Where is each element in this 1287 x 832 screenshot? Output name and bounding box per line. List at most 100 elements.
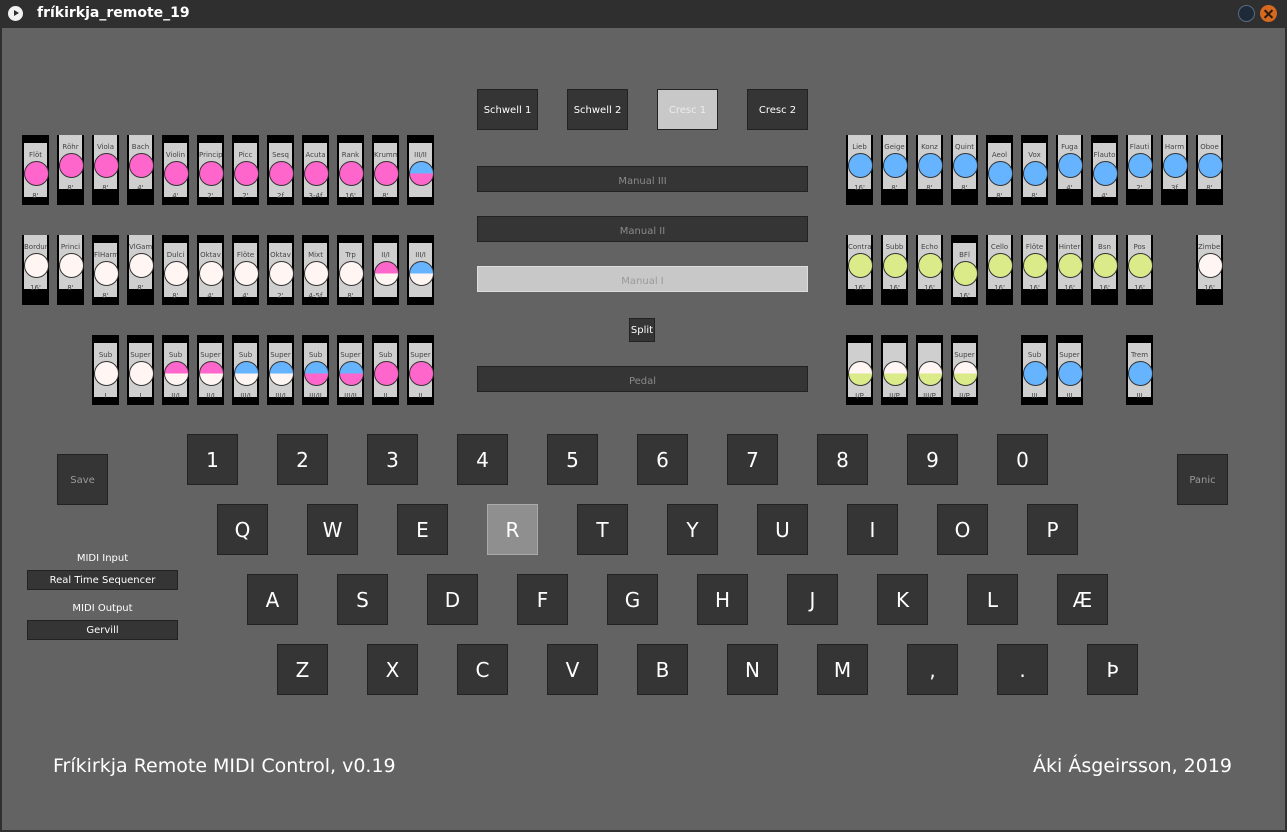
stop-left_row3-6[interactable]: Sub III/II <box>302 335 329 405</box>
stop-right_row1-1[interactable]: Geige 8' <box>881 135 908 205</box>
app-icon[interactable] <box>8 6 23 21</box>
key-row1-1[interactable]: 2 <box>277 434 328 485</box>
key-row4-2[interactable]: C <box>457 644 508 695</box>
stop-left_row2-0[interactable]: Bordun 16' <box>22 235 49 305</box>
key-row1-3[interactable]: 4 <box>457 434 508 485</box>
stop-left_row1-6[interactable]: Picc 2' <box>232 135 259 205</box>
key-row3-1[interactable]: S <box>337 574 388 625</box>
key-row1-4[interactable]: 5 <box>547 434 598 485</box>
stop-left_row1-10[interactable]: Krumm 8' <box>372 135 399 205</box>
key-row4-0[interactable]: Z <box>277 644 328 695</box>
stop-right_row2-1[interactable]: Subb 16' <box>881 235 908 305</box>
stop-left_row2-1[interactable]: Princi 8' <box>57 235 84 305</box>
stop-left_row1-1[interactable]: Röhr 8' <box>57 135 84 205</box>
stop-left_row2-2[interactable]: FlHarm 8' <box>92 235 119 305</box>
stop-right_row3-0[interactable]: I/P <box>846 335 873 405</box>
minimize-button[interactable] <box>1238 5 1255 22</box>
save-button[interactable]: Save <box>57 454 108 505</box>
stop-left_row1-9[interactable]: Rank 16' <box>337 135 364 205</box>
key-row1-2[interactable]: 3 <box>367 434 418 485</box>
key-row4-3[interactable]: V <box>547 644 598 695</box>
stop-right_row1-5[interactable]: Vox 8' <box>1021 135 1048 205</box>
key-row4-9[interactable]: Þ <box>1087 644 1138 695</box>
key-row1-7[interactable]: 8 <box>817 434 868 485</box>
expression-button-0[interactable]: Schwell 1 <box>477 89 538 130</box>
stop-left_row3-5[interactable]: Super III/I <box>267 335 294 405</box>
key-row2-9[interactable]: P <box>1027 504 1078 555</box>
stop-right_row2-0[interactable]: Contra 16' <box>846 235 873 305</box>
stop-right_row3-3[interactable]: Super II/P <box>951 335 978 405</box>
stop-left_row3-7[interactable]: Super III/II <box>337 335 364 405</box>
stop-left_row1-8[interactable]: Acuta 3-4f <box>302 135 329 205</box>
stop-right_row1-8[interactable]: Flauti 2' <box>1126 135 1153 205</box>
key-row4-4[interactable]: B <box>637 644 688 695</box>
key-row3-5[interactable]: H <box>697 574 748 625</box>
stop-left_row2-9[interactable]: Trp 8' <box>337 235 364 305</box>
key-row4-6[interactable]: M <box>817 644 868 695</box>
key-row1-0[interactable]: 1 <box>187 434 238 485</box>
key-row3-7[interactable]: K <box>877 574 928 625</box>
stop-right_row1-2[interactable]: Konz 8' <box>916 135 943 205</box>
expression-button-2[interactable]: Cresc 1 <box>657 89 718 130</box>
stop-left_row2-3[interactable]: VlGamb 8' <box>127 235 154 305</box>
stop-left_row1-3[interactable]: Bach 4' <box>127 135 154 205</box>
stop-left_row3-3[interactable]: Super II/I <box>197 335 224 405</box>
stop-right_row1-9[interactable]: Harm 3f <box>1161 135 1188 205</box>
key-row1-8[interactable]: 9 <box>907 434 958 485</box>
stop-left_row3-9[interactable]: Super II <box>407 335 434 405</box>
stop-left_row2-7[interactable]: Oktav 2' <box>267 235 294 305</box>
key-row2-2[interactable]: E <box>397 504 448 555</box>
split-button[interactable]: Split <box>629 318 655 342</box>
stop-left_row1-0[interactable]: Flöt 8' <box>22 135 49 205</box>
key-row3-6[interactable]: J <box>787 574 838 625</box>
stop-right_row3-5[interactable]: Super III <box>1056 335 1083 405</box>
key-row3-9[interactable]: Æ <box>1057 574 1108 625</box>
key-row2-0[interactable]: Q <box>217 504 268 555</box>
stop-right_row1-10[interactable]: Oboe 8' <box>1196 135 1223 205</box>
stop-right_row2-7[interactable]: Bsn 16' <box>1091 235 1118 305</box>
key-row4-5[interactable]: N <box>727 644 778 695</box>
stop-left_row3-0[interactable]: Sub I <box>92 335 119 405</box>
close-button[interactable] <box>1260 5 1277 22</box>
key-row3-0[interactable]: A <box>247 574 298 625</box>
stop-right_row1-7[interactable]: Flauto 4' <box>1091 135 1118 205</box>
expression-button-1[interactable]: Schwell 2 <box>567 89 628 130</box>
midi-output-select[interactable]: Gervill <box>27 620 178 640</box>
key-row2-8[interactable]: O <box>937 504 988 555</box>
stop-left_row2-6[interactable]: Flöte 4' <box>232 235 259 305</box>
key-row1-9[interactable]: 0 <box>997 434 1048 485</box>
stop-right_row1-4[interactable]: Aeol 8' <box>986 135 1013 205</box>
manual-bar-2[interactable]: Manual I <box>477 266 808 292</box>
stop-left_row2-10[interactable]: II/I <box>372 235 399 305</box>
manual-bar-0[interactable]: Manual III <box>477 166 808 192</box>
stop-left_row3-8[interactable]: Sub II <box>372 335 399 405</box>
stop-right_row3-2[interactable]: III/P <box>916 335 943 405</box>
stop-left_row1-2[interactable]: Viola 8' <box>92 135 119 205</box>
stop-left_row1-5[interactable]: Princip 2' <box>197 135 224 205</box>
key-row2-3[interactable]: R <box>487 504 538 555</box>
stop-right_row1-0[interactable]: Lieb 16' <box>846 135 873 205</box>
stop-left_row2-5[interactable]: Oktav 4' <box>197 235 224 305</box>
key-row4-8[interactable]: . <box>997 644 1048 695</box>
stop-right_row2-9[interactable]: Zimbel 16' <box>1196 235 1223 305</box>
key-row3-2[interactable]: D <box>427 574 478 625</box>
panic-button[interactable]: Panic <box>1177 454 1228 505</box>
stop-left_row1-4[interactable]: Violin 4' <box>162 135 189 205</box>
stop-left_row3-1[interactable]: Super I <box>127 335 154 405</box>
stop-right_row2-5[interactable]: Flöte 16' <box>1021 235 1048 305</box>
expression-button-3[interactable]: Cresc 2 <box>747 89 808 130</box>
midi-input-select[interactable]: Real Time Sequencer <box>27 570 178 590</box>
stop-left_row2-4[interactable]: Dulci 8' <box>162 235 189 305</box>
stop-right_row3-4[interactable]: Sub III <box>1021 335 1048 405</box>
stop-left_row2-11[interactable]: III/I <box>407 235 434 305</box>
stop-left_row3-4[interactable]: Sub III/I <box>232 335 259 405</box>
stop-left_row1-7[interactable]: Sesq 2f <box>267 135 294 205</box>
key-row1-5[interactable]: 6 <box>637 434 688 485</box>
stop-right_row3-1[interactable]: II/P <box>881 335 908 405</box>
key-row4-7[interactable]: , <box>907 644 958 695</box>
stop-left_row3-2[interactable]: Sub II/I <box>162 335 189 405</box>
stop-right_row1-6[interactable]: Fuga 4' <box>1056 135 1083 205</box>
stop-right_row2-3[interactable]: BFl 16' <box>951 235 978 305</box>
manual-bar-3[interactable]: Pedal <box>477 366 808 392</box>
key-row2-5[interactable]: Y <box>667 504 718 555</box>
